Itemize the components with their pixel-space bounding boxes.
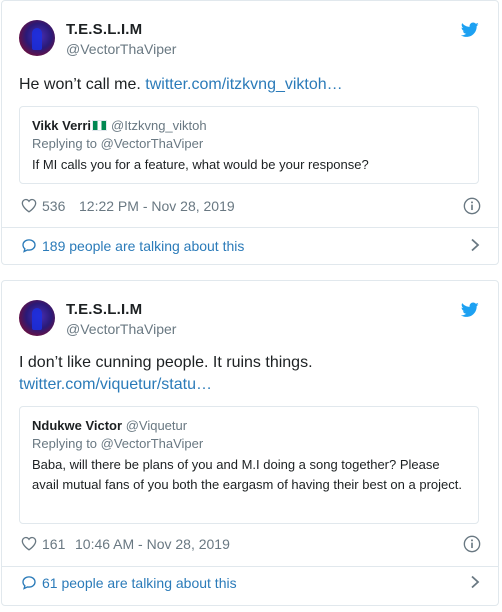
quote-text: Baba, will there be plans of you and M.I… xyxy=(32,457,462,492)
speech-bubble-icon xyxy=(22,576,36,590)
quote-replying-to: Replying to @VectorThaViper xyxy=(32,436,204,451)
author-name[interactable]: T.E.S.L.I.M xyxy=(66,301,142,318)
chevron-right-icon[interactable] xyxy=(469,238,481,252)
chevron-right-icon[interactable] xyxy=(469,575,481,589)
tweet-meta: 161 10:46 AM - Nov 28, 2019 xyxy=(21,534,481,554)
speech-bubble-icon xyxy=(22,239,36,253)
nigeria-flag-icon xyxy=(92,120,108,131)
timestamp[interactable]: 10:46 AM - Nov 28, 2019 xyxy=(75,536,230,552)
heart-icon[interactable] xyxy=(21,536,37,551)
tweet-meta: 536 12:22 PM - Nov 28, 2019 xyxy=(21,196,481,216)
heart-icon[interactable] xyxy=(21,198,37,213)
author-handle[interactable]: @VectorThaViper xyxy=(66,321,176,337)
tweet-body: He won’t call me. xyxy=(19,76,146,93)
twitter-bird-icon[interactable] xyxy=(461,22,479,38)
info-icon[interactable] xyxy=(463,535,481,553)
author-name[interactable]: T.E.S.L.I.M xyxy=(66,21,142,38)
tweet-body: I don’t like cunning people. It ruins th… xyxy=(19,354,313,371)
tweet-text: I don’t like cunning people. It ruins th… xyxy=(19,352,459,396)
avatar[interactable] xyxy=(19,20,55,56)
divider xyxy=(2,566,498,567)
quote-text: If MI calls you for a feature, what woul… xyxy=(32,157,369,172)
tweet-header: T.E.S.L.I.M @VectorThaViper xyxy=(19,300,479,342)
conversation-label[interactable]: 61 people are talking about this xyxy=(42,575,237,591)
tweet-header: T.E.S.L.I.M @VectorThaViper xyxy=(19,20,479,62)
tweet-text: He won’t call me. twitter.com/itzkvng_vi… xyxy=(19,74,459,96)
conversation-label[interactable]: 189 people are talking about this xyxy=(42,238,244,254)
tweet-card[interactable]: T.E.S.L.I.M @VectorThaViper He won’t cal… xyxy=(1,0,499,265)
quote-author-handle: @Itzkvng_viktoh xyxy=(111,118,207,133)
quote-author-name: Ndukwe Victor xyxy=(32,418,123,433)
quoted-tweet[interactable]: Vikk Verri @Itzkvng_viktoh Replying to @V… xyxy=(19,106,479,184)
twitter-bird-icon[interactable] xyxy=(461,302,479,318)
quote-replying-to: Replying to @VectorThaViper xyxy=(32,136,204,151)
divider xyxy=(2,227,498,228)
author-handle[interactable]: @VectorThaViper xyxy=(66,41,176,57)
timestamp[interactable]: 12:22 PM - Nov 28, 2019 xyxy=(79,198,235,214)
like-count[interactable]: 536 xyxy=(42,198,65,214)
conversation-link[interactable]: 61 people are talking about this xyxy=(21,573,481,593)
tweet-link[interactable]: twitter.com/itzkvng_viktoh… xyxy=(145,76,342,93)
quote-author-name: Vikk Verri xyxy=(32,118,92,133)
tweet-link[interactable]: twitter.com/viquetur/statu… xyxy=(19,374,459,396)
quoted-tweet[interactable]: Ndukwe Victor @Viquetur Replying to @Vec… xyxy=(19,406,479,524)
avatar[interactable] xyxy=(19,300,55,336)
info-icon[interactable] xyxy=(463,197,481,215)
tweet-card[interactable]: T.E.S.L.I.M @VectorThaViper I don’t like… xyxy=(1,280,499,606)
quote-author-handle: @Viquetur xyxy=(125,418,188,433)
like-count[interactable]: 161 xyxy=(42,536,65,552)
conversation-link[interactable]: 189 people are talking about this xyxy=(21,236,481,256)
